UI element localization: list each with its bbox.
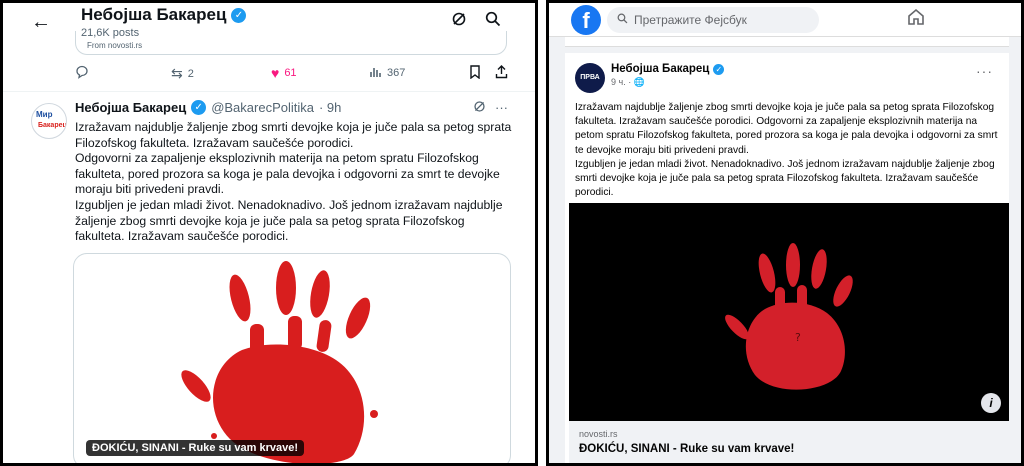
fb-link-preview[interactable]: novosti.rs ĐOKIĆU, SINANI - Ruke su vam …: [569, 421, 1009, 463]
search-icon[interactable]: [485, 11, 501, 32]
verified-badge-icon: ✓: [231, 7, 247, 23]
views-button[interactable]: 367: [369, 65, 405, 81]
verified-badge-icon: ✓: [191, 100, 207, 115]
x-post-author[interactable]: Небојша Бакарец: [75, 100, 186, 115]
x-from-source: From novosti.rs: [87, 41, 143, 50]
facebook-logo-icon[interactable]: f: [571, 5, 601, 35]
like-count: 61: [284, 67, 297, 79]
home-icon[interactable]: [907, 8, 925, 31]
x-post-header: Небојша Бакарец ✓ @BakarecPolitika · 9h: [75, 100, 341, 115]
avatar-text-bottom: Бакарец: [38, 122, 67, 129]
x-profile-header: ← Небојша Бакарец ✓ 21,6K posts From nov…: [3, 3, 535, 55]
x-action-bar: ⇆ 2 ♥ 61 367: [3, 65, 535, 85]
previous-post-fragment: [565, 37, 1009, 47]
grok-icon[interactable]: [451, 11, 467, 32]
svg-text:?: ?: [795, 331, 801, 344]
fb-post-author[interactable]: Небојша Бакарец: [611, 63, 709, 75]
heart-icon: ♥: [271, 65, 280, 81]
bar-chart-icon: [369, 65, 382, 81]
x-profile-name-row: Небојша Бакарец ✓: [81, 5, 247, 25]
more-icon[interactable]: ···: [976, 63, 993, 79]
fb-search-placeholder: Претражите Фејсбук: [634, 13, 747, 27]
search-icon: [617, 13, 628, 27]
fb-link-domain: novosti.rs: [579, 429, 618, 439]
fb-search-input[interactable]: Претражите Фејсбук: [607, 7, 819, 33]
fb-link-title: ĐOKIĆU, SINANI - Ruke su vam krvave!: [579, 443, 795, 455]
verified-badge-icon: ✓: [713, 63, 725, 75]
reply-button[interactable]: [75, 65, 94, 82]
fb-post-avatar[interactable]: ПРВА: [575, 63, 605, 93]
x-post-text: Izražavam najdublje žaljenje zbog smrti …: [75, 120, 512, 244]
divider: [3, 91, 535, 92]
x-link-card[interactable]: ĐOKIĆU, SINANI - Ruke su vam krvave!: [73, 253, 511, 463]
comment-icon: [75, 65, 89, 82]
share-icon: [495, 65, 508, 82]
like-button[interactable]: ♥ 61: [271, 65, 297, 81]
fb-post-text: Izražavam najdublje žaljenje zbog smrti …: [575, 102, 998, 199]
share-button[interactable]: [495, 65, 508, 82]
repost-icon: ⇆: [171, 65, 183, 81]
fb-top-bar: f Претражите Фејсбук: [549, 3, 1021, 37]
repost-count: 2: [187, 67, 194, 80]
fb-post-meta[interactable]: 9 ч. · 🌐: [611, 77, 724, 88]
facebook-screenshot-panel: f Претражите Фејсбук ПРВА Небојша Бакаре…: [546, 0, 1024, 466]
x-profile-name: Небојша Бакарец: [81, 5, 227, 24]
info-icon[interactable]: i: [981, 393, 1001, 413]
x-post-avatar[interactable]: Мир Бакарец: [31, 103, 67, 139]
x-post-handle[interactable]: @BakarecPolitika: [211, 100, 314, 115]
grok-icon[interactable]: [473, 100, 486, 116]
fb-post-header: Небојша Бакарец ✓ 9 ч. · 🌐: [611, 63, 725, 88]
fb-post: ПРВА Небојша Бакарец ✓ 9 ч. · 🌐 ··· Izra…: [565, 53, 1009, 463]
arrow-left-icon[interactable]: ←: [31, 11, 51, 34]
more-icon[interactable]: ···: [495, 100, 508, 115]
fb-name-row: Небојша Бакарец ✓: [611, 63, 725, 75]
bookmark-button[interactable]: [469, 65, 481, 82]
repost-button[interactable]: ⇆ 2: [171, 65, 194, 82]
fb-post-image[interactable]: ? i: [569, 203, 1009, 421]
avatar-text-top: Мир: [36, 110, 53, 119]
x-screenshot-panel: ← Небојша Бакарец ✓ 21,6K posts From nov…: [0, 0, 538, 466]
bookmark-icon: [469, 65, 481, 82]
bloody-hand-image: ?: [725, 243, 853, 390]
x-post-time[interactable]: · 9h: [319, 100, 341, 115]
bloody-hand-image: [181, 261, 378, 463]
views-count: 367: [387, 67, 406, 79]
x-card-caption: ĐOKIĆU, SINANI - Ruke su vam krvave!: [86, 440, 305, 456]
